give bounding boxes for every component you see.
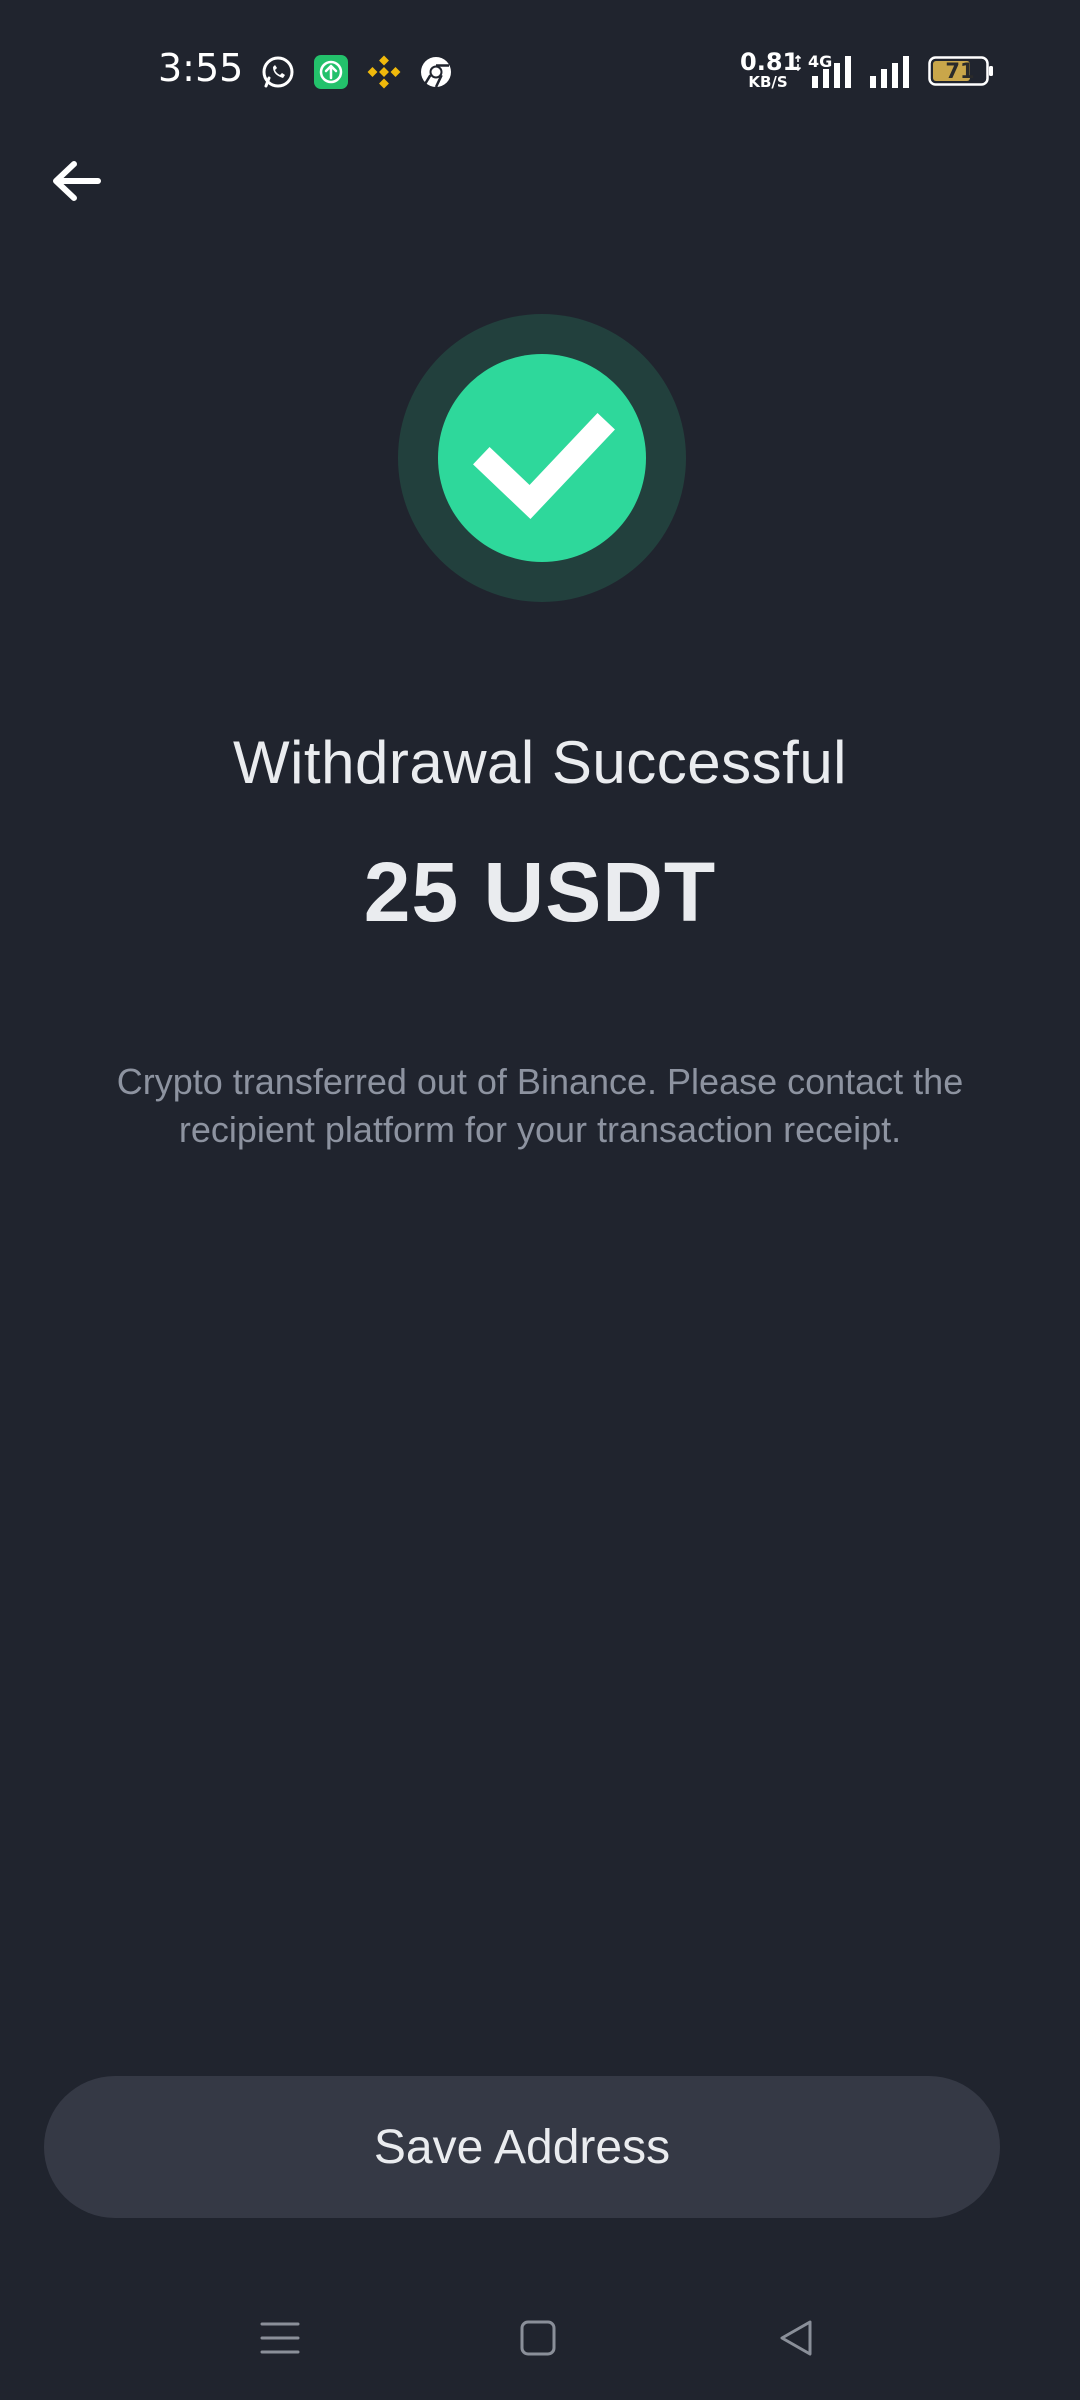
signal-strength-icon-2 xyxy=(870,56,909,88)
signal-strength-icon xyxy=(812,56,851,88)
binance-icon xyxy=(367,55,401,89)
system-nav-bar xyxy=(0,2290,1080,2380)
back-triangle-icon xyxy=(780,2320,812,2356)
page-title: Withdrawal Successful xyxy=(232,729,848,796)
network-speed-unit: KB/S xyxy=(748,73,788,91)
whatsapp-icon xyxy=(262,56,294,88)
status-bar: 3:55 0.81 KB/S 4G 71 xyxy=(0,0,1080,130)
upload-app-icon xyxy=(314,55,348,89)
nav-home-button[interactable] xyxy=(508,2308,568,2368)
chrome-icon xyxy=(421,57,451,88)
back-button[interactable] xyxy=(36,146,116,216)
network-speed-value: 0.81 xyxy=(740,48,800,76)
withdrawal-success-screen: 3:55 0.81 KB/S 4G 71 Withdrawal Successf… xyxy=(0,0,1080,2400)
result-description: Crypto transferred out of Binance. Pleas… xyxy=(116,1061,964,1150)
home-icon xyxy=(520,2320,556,2356)
nav-menu-button[interactable] xyxy=(250,2308,310,2368)
network-speed: 0.81 KB/S xyxy=(740,48,800,91)
menu-icon xyxy=(260,2322,300,2354)
arrow-left-icon xyxy=(53,161,101,201)
nav-back-button[interactable] xyxy=(766,2308,826,2368)
withdrawal-amount: 25 USDT xyxy=(363,845,717,939)
battery-level: 71 xyxy=(945,59,975,83)
status-time: 3:55 xyxy=(158,46,244,90)
data-arrows-icon xyxy=(795,55,802,71)
checkmark-icon xyxy=(398,314,686,602)
save-address-button[interactable]: Save Address xyxy=(44,2076,1000,2218)
